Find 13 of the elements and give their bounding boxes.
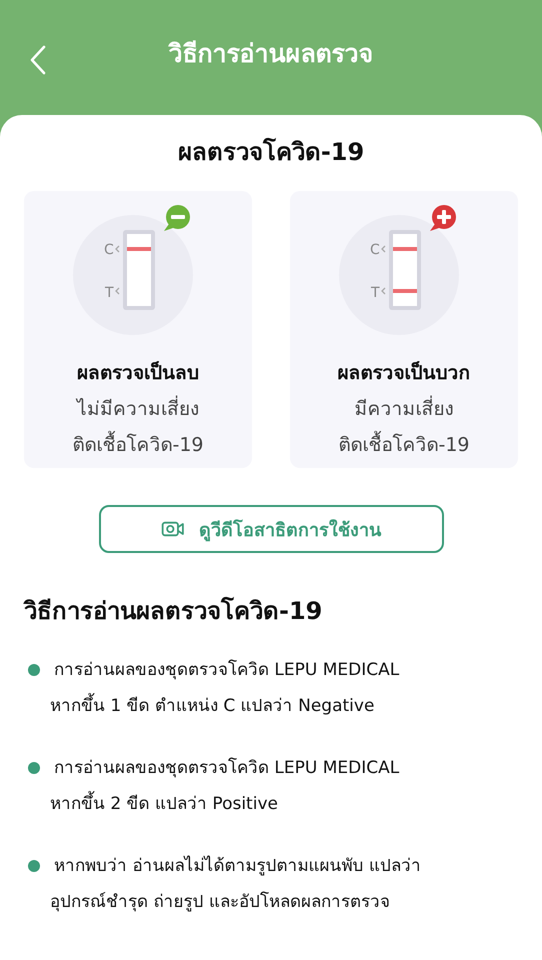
instructions-title: วิธีการอ่านผลตรวจโควิด-19 [24,596,324,627]
bullet-icon [28,664,40,676]
bullet-icon [28,762,40,774]
result-description: มีความเสี่ยง ติดเชื้อโควิด-19 [338,391,470,463]
result-heading: ผลตรวจเป็นลบ [77,360,199,386]
bullet-icon [28,860,40,872]
video-camera-icon [161,520,185,538]
section-title: ผลตรวจโควิด-19 [176,136,366,168]
page-title: วิธีการอ่านผลตรวจ [168,38,374,70]
watch-video-button[interactable]: ดูวีดีโอสาธิตการใช้งาน [98,505,444,553]
result-description: ไม่มีความเสี่ยง ติดเชื้อโควิด-19 [72,391,204,463]
result-heading: ผลตรวจเป็นบวก [338,360,470,386]
back-icon[interactable] [30,45,46,75]
